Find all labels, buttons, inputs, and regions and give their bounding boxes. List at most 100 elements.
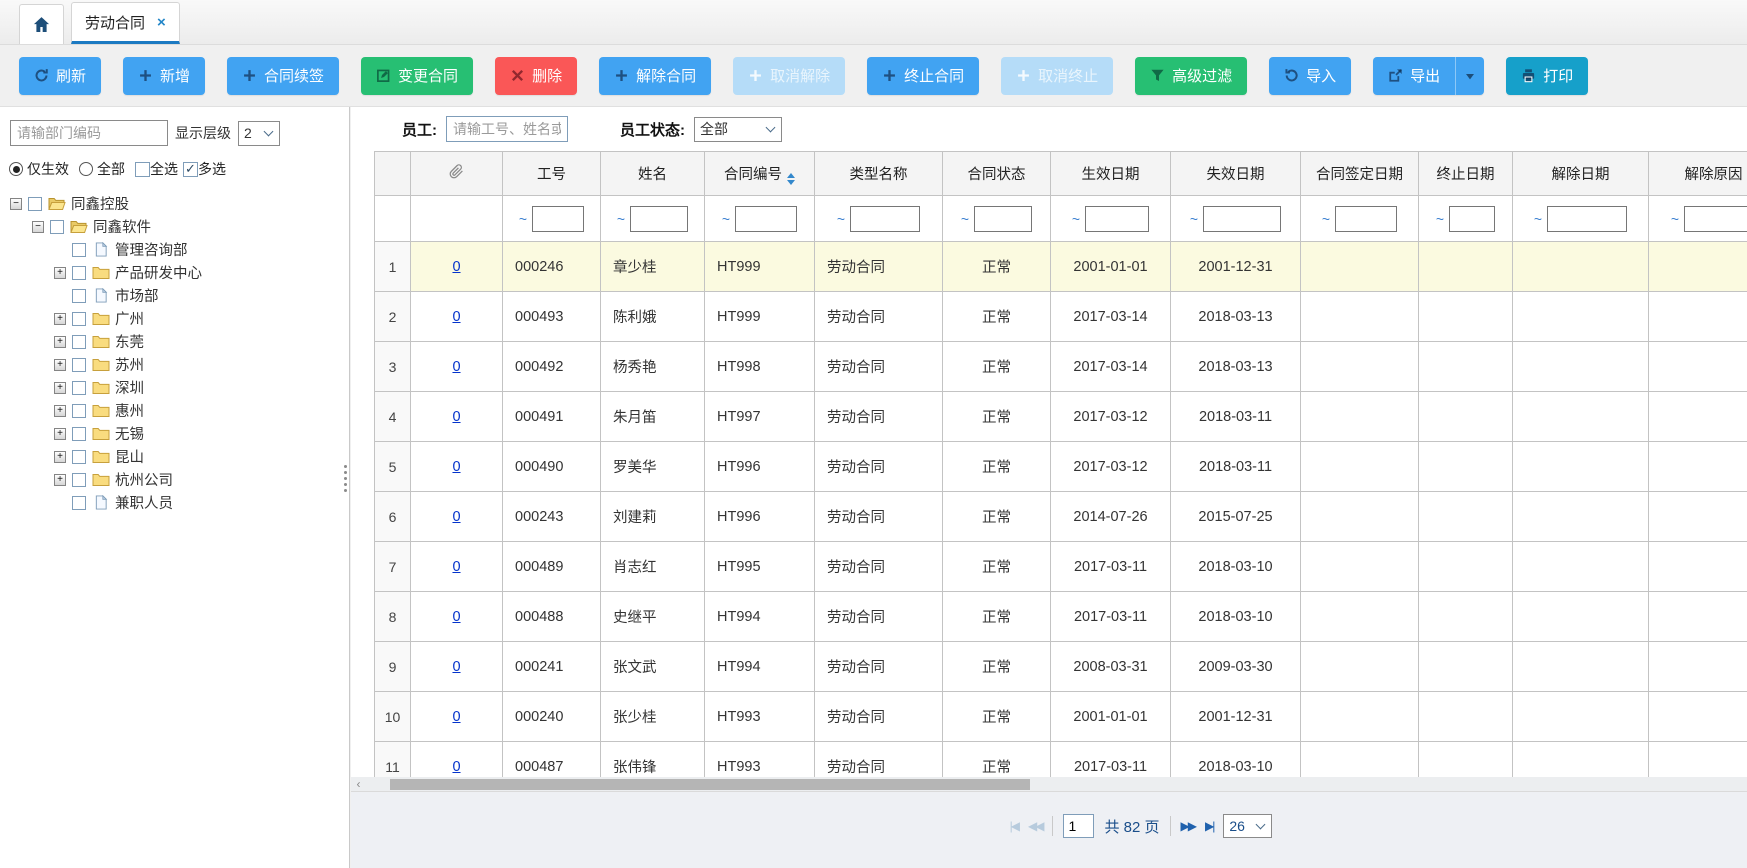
attachment-count-link[interactable]: 0 [452,659,460,675]
table-row[interactable]: 20000493陈利娥HT999劳动合同正常2017-03-142018-03-… [375,292,1747,342]
employee-search-input[interactable] [446,116,568,142]
column-filter-input-contract_no[interactable] [735,206,797,232]
table-row[interactable]: 70000489肖志红HT995劳动合同正常2017-03-112018-03-… [375,542,1747,592]
radio-all[interactable] [79,162,93,176]
attachment-count-link[interactable]: 0 [452,559,460,575]
tree-node-label[interactable]: 同鑫控股 [71,193,129,214]
prev-page-icon[interactable]: ◀◀ [1028,819,1042,833]
first-page-icon[interactable]: |◀ [1010,819,1018,833]
scroll-left-arrow-icon[interactable]: ‹ [352,777,365,791]
refresh-button[interactable]: 刷新 [19,57,101,95]
column-filter-input-expiry_date[interactable] [1203,206,1281,232]
tree-node-checkbox[interactable] [72,266,86,280]
page-size-select[interactable]: 26 [1223,814,1272,838]
export-button[interactable]: 导出 [1373,57,1484,95]
checkbox-select-all[interactable] [135,162,150,177]
attachment-count-link[interactable]: 0 [452,309,460,325]
table-row[interactable]: 30000492杨秀艳HT998劳动合同正常2017-03-142018-03-… [375,342,1747,392]
attachment-count-link[interactable]: 0 [452,509,460,525]
table-row[interactable]: 80000488史继平HT994劳动合同正常2017-03-112018-03-… [375,592,1747,642]
tree-node-checkbox[interactable] [72,450,86,464]
attachment-count-link[interactable]: 0 [452,759,460,775]
expand-icon[interactable]: + [54,428,66,440]
cancel-terminate-button[interactable]: 取消终止 [1001,57,1113,95]
tree-node-checkbox[interactable] [28,197,42,211]
change-contract-button[interactable]: 变更合同 [361,57,473,95]
expand-icon[interactable]: + [54,267,66,279]
tree-node-label[interactable]: 深圳 [115,377,144,398]
tree-node-checkbox[interactable] [72,404,86,418]
expand-icon[interactable]: + [54,313,66,325]
table-row[interactable]: 90000241张文武HT994劳动合同正常2008-03-312009-03-… [375,642,1747,692]
collapse-icon[interactable]: − [32,221,44,233]
scrollbar-thumb[interactable] [390,779,1030,790]
table-row[interactable]: 50000490罗美华HT996劳动合同正常2017-03-122018-03-… [375,442,1747,492]
tree-node-label[interactable]: 兼职人员 [115,492,173,513]
tree-node-label[interactable]: 管理咨询部 [115,239,188,260]
expand-icon[interactable]: + [54,405,66,417]
attachment-count-link[interactable]: 0 [452,459,460,475]
column-filter-input-name[interactable] [630,206,688,232]
tree-node-checkbox[interactable] [72,381,86,395]
tree-node-checkbox[interactable] [50,220,64,234]
tree-node-checkbox[interactable] [72,312,86,326]
tree-node-label[interactable]: 东莞 [115,331,144,352]
import-button[interactable]: 导入 [1269,57,1351,95]
column-header-contract_no[interactable]: 合同编号 [705,152,815,196]
terminate-contract-button[interactable]: 终止合同 [867,57,979,95]
column-filter-input-sign_date[interactable] [1335,206,1397,232]
dept-code-input[interactable] [10,120,168,146]
tree-node-label[interactable]: 昆山 [115,446,144,467]
tree-node-checkbox[interactable] [72,358,86,372]
column-filter-input-type_name[interactable] [850,206,920,232]
table-row[interactable]: 100000240张少桂HT993劳动合同正常2001-01-012001-12… [375,692,1747,742]
tree-node-checkbox[interactable] [72,243,86,257]
page-number-input[interactable] [1063,814,1094,838]
rescind-contract-button[interactable]: 解除合同 [599,57,711,95]
checkbox-multi-select[interactable] [183,162,198,177]
expand-icon[interactable]: + [54,359,66,371]
expand-icon[interactable]: + [54,474,66,486]
table-row[interactable]: 40000491朱月笛HT997劳动合同正常2017-03-122018-03-… [375,392,1747,442]
tree-node-label[interactable]: 苏州 [115,354,144,375]
level-select[interactable]: 2 [238,121,280,146]
attachment-count-link[interactable]: 0 [452,359,460,375]
column-filter-input-rescind_reason[interactable] [1684,206,1747,232]
export-dropdown-toggle[interactable] [1455,57,1484,95]
renew-contract-button[interactable]: 合同续签 [227,57,339,95]
tree-node-label[interactable]: 惠州 [115,400,144,421]
tree-node-label[interactable]: 同鑫软件 [93,216,151,237]
expand-icon[interactable]: + [54,382,66,394]
sort-icon[interactable] [787,173,795,185]
attachment-count-link[interactable]: 0 [452,709,460,725]
tree-node-label[interactable]: 杭州公司 [115,469,173,490]
column-filter-input-rescind_date[interactable] [1547,206,1627,232]
employee-status-select[interactable]: 全部 [694,117,782,142]
tree-node-checkbox[interactable] [72,427,86,441]
attachment-count-link[interactable]: 0 [452,409,460,425]
column-filter-input-contract_status[interactable] [974,206,1032,232]
column-filter-input-terminate_date[interactable] [1449,206,1495,232]
column-filter-input-effective_date[interactable] [1085,206,1149,232]
print-button[interactable]: 打印 [1506,57,1588,95]
sidebar-splitter-handle[interactable] [341,465,349,492]
tree-node-checkbox[interactable] [72,496,86,510]
last-page-icon[interactable]: ▶| [1205,819,1213,833]
expand-icon[interactable]: + [54,336,66,348]
tree-node-checkbox[interactable] [72,289,86,303]
column-filter-input-emp_no[interactable] [532,206,584,232]
table-row[interactable]: 60000243刘建莉HT996劳动合同正常2014-07-262015-07-… [375,492,1747,542]
tab-home[interactable] [19,4,64,44]
tree-node-label[interactable]: 广州 [115,308,144,329]
attachment-count-link[interactable]: 0 [452,609,460,625]
delete-button[interactable]: 删除 [495,57,577,95]
tree-node-checkbox[interactable] [72,473,86,487]
expand-icon[interactable]: + [54,451,66,463]
next-page-icon[interactable]: ▶▶ [1181,819,1195,833]
close-icon[interactable]: × [157,15,166,30]
tree-node-label[interactable]: 无锡 [115,423,144,444]
add-button[interactable]: 新增 [123,57,205,95]
tab-labor-contract[interactable]: 劳动合同 × [71,2,180,44]
tree-node-label[interactable]: 市场部 [115,285,159,306]
cancel-rescind-button[interactable]: 取消解除 [733,57,845,95]
